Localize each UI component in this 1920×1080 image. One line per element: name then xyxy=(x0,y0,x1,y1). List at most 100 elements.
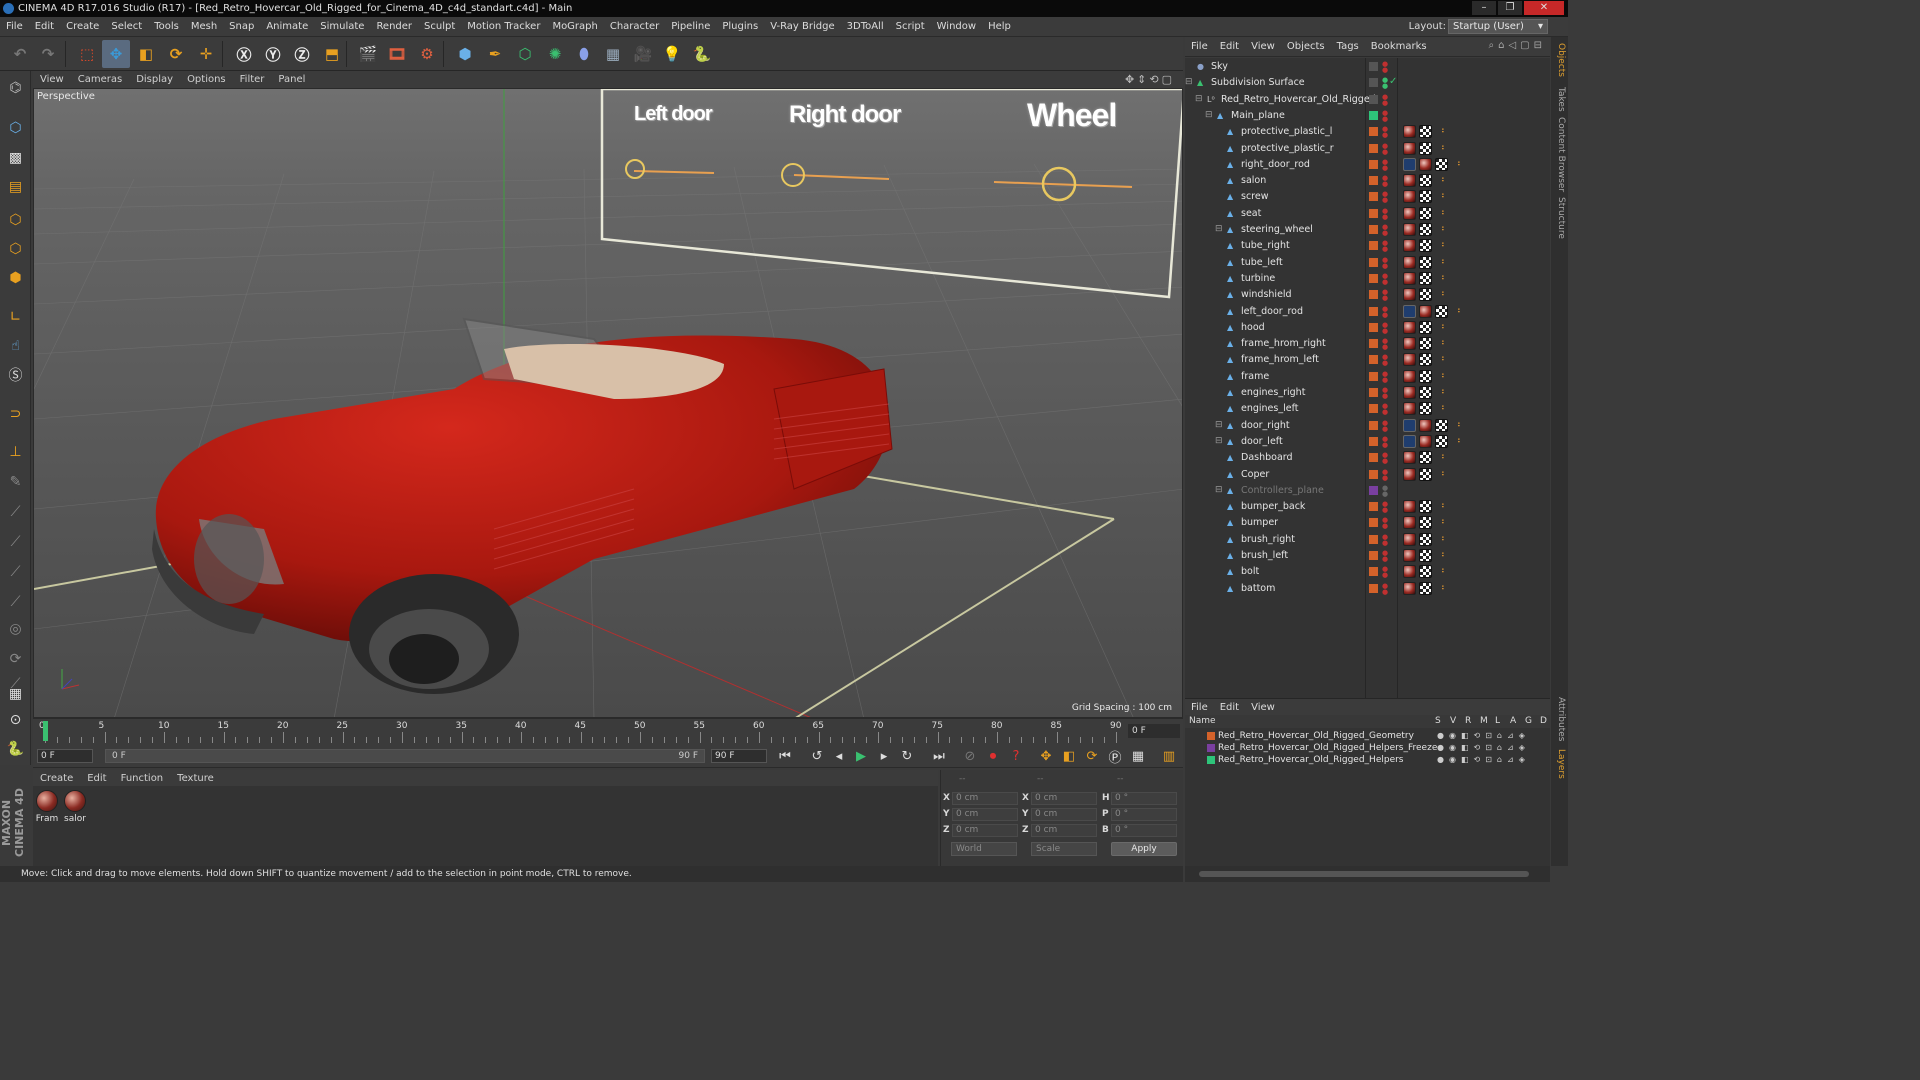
visibility-dots[interactable]: ● ● xyxy=(1382,61,1388,74)
layer-color-swatch[interactable] xyxy=(1369,110,1378,120)
apply-button[interactable]: Apply xyxy=(1111,842,1177,856)
visibility-dots[interactable]: ● ● xyxy=(1382,126,1388,139)
visibility-dots[interactable]: ● ● xyxy=(1382,533,1388,546)
enabled-check-icon[interactable]: ✓ xyxy=(1389,76,1397,87)
layer-color-swatch[interactable] xyxy=(1369,322,1378,332)
object-row-screw[interactable]: ▲ screw ● ● ⠰ xyxy=(1185,189,1550,205)
soft-selection-icon[interactable]: ⊙ xyxy=(3,707,28,732)
layer-color-swatch[interactable] xyxy=(1369,485,1378,495)
edges-mode-icon[interactable]: ⬡ xyxy=(3,236,28,261)
visibility-dots[interactable]: ● ● xyxy=(1382,191,1388,204)
object-row-sky[interactable]: ● Sky ● ● xyxy=(1185,59,1550,75)
selection-tag-icon[interactable]: ⠰ xyxy=(1435,142,1448,155)
visibility-dots[interactable]: ● ● xyxy=(1382,175,1388,188)
loop-cut-icon[interactable]: ⟋ xyxy=(3,529,28,554)
texture-tag-icon[interactable] xyxy=(1419,174,1432,188)
om-menu-view[interactable]: View xyxy=(1245,41,1281,52)
light-icon[interactable]: 💡 xyxy=(658,40,686,68)
menu-plugins[interactable]: Plugins xyxy=(716,17,764,37)
uvw-tag-icon[interactable] xyxy=(1403,434,1416,448)
material-tag-icon[interactable] xyxy=(1403,565,1416,579)
selection-tag-icon[interactable]: ⠰ xyxy=(1435,468,1448,481)
object-row-brush-left[interactable]: ▲ brush_left ● ● ⠰ xyxy=(1185,548,1550,564)
layer-color-swatch[interactable] xyxy=(1369,469,1378,479)
object-row-battom[interactable]: ▲ battom ● ● ⠰ xyxy=(1185,581,1550,597)
material-tag-icon[interactable] xyxy=(1403,500,1416,514)
layer-row-red-retro-hovercar-old-rigged-geometry[interactable]: Red_Retro_Hovercar_Old_Rigged_Geometry ●◉… xyxy=(1185,730,1550,742)
selection-tag-icon[interactable]: ⠰ xyxy=(1435,386,1448,399)
expand-toggle-icon[interactable]: ⊟ xyxy=(1185,77,1193,87)
right-tab-content-browser[interactable]: Content Browser xyxy=(1553,117,1566,192)
visibility-dots[interactable]: ● ● xyxy=(1382,305,1388,318)
next-key-icon[interactable]: ↻ xyxy=(897,746,917,766)
layer-row-red-retro-hovercar-old-rigged-helpers[interactable]: Red_Retro_Hovercar_Old_Rigged_Helpers ●◉◧… xyxy=(1185,754,1550,766)
deformer-icon[interactable]: ⬮ xyxy=(570,40,598,68)
snap-icon[interactable]: Ⓢ xyxy=(3,362,28,387)
menu-create[interactable]: Create xyxy=(60,17,105,37)
uvw-tag-icon[interactable] xyxy=(1403,157,1416,171)
layer-flag-icons[interactable]: ●◉◧⟲⊡⌂⊿◈ xyxy=(1437,754,1530,766)
selection-tag-icon[interactable]: ⠰ xyxy=(1435,256,1448,269)
texture-tag-icon[interactable] xyxy=(1435,304,1448,318)
coord-position-y-field[interactable]: 0 cm xyxy=(952,808,1018,821)
selection-tag-icon[interactable]: ⠰ xyxy=(1451,419,1464,432)
recent-tool-icon[interactable]: ✛ xyxy=(192,40,220,68)
expand-toggle-icon[interactable]: ⊟ xyxy=(1215,420,1223,430)
texture-tag-icon[interactable] xyxy=(1419,532,1432,546)
visibility-dots[interactable]: ● ● xyxy=(1382,77,1388,90)
object-row-left-door-rod[interactable]: ▲ left_door_rod ● ● ⠰ xyxy=(1185,304,1550,320)
next-frame-icon[interactable]: ▸ xyxy=(874,746,894,766)
material-tag-icon[interactable] xyxy=(1403,190,1416,204)
texture-tag-icon[interactable] xyxy=(1419,239,1432,253)
texture-tag-icon[interactable] xyxy=(1419,125,1432,139)
selection-tag-icon[interactable]: ⠰ xyxy=(1435,533,1448,546)
expand-toggle-icon[interactable]: ⊟ xyxy=(1215,485,1223,495)
coord-space-dropdown[interactable]: World xyxy=(951,842,1017,856)
uvw-tag-icon[interactable] xyxy=(1403,418,1416,432)
layer-color-swatch[interactable] xyxy=(1369,567,1378,577)
object-row-subdivision-surface[interactable]: ⊟ ▲ Subdivision Surface ● ● ✓ xyxy=(1185,75,1550,91)
menu-mograph[interactable]: MoGraph xyxy=(546,17,603,37)
menu-render[interactable]: Render xyxy=(370,17,418,37)
selection-tag-icon[interactable]: ⠰ xyxy=(1435,223,1448,236)
selection-tag-icon[interactable]: ⠰ xyxy=(1435,321,1448,334)
points-mode-icon[interactable]: ⬡ xyxy=(3,207,28,232)
render-view-icon[interactable]: 🎬 xyxy=(354,40,382,68)
layer-flag-icons[interactable]: ●◉◧⟲⊡⌂⊿◈ xyxy=(1437,742,1530,754)
maximize-button[interactable]: ❐ xyxy=(1498,1,1522,15)
material-tag-icon[interactable] xyxy=(1403,223,1416,236)
layer-color-swatch[interactable] xyxy=(1369,208,1378,218)
viewport-menu-options[interactable]: Options xyxy=(180,74,233,85)
layer-color-swatch[interactable] xyxy=(1369,436,1378,446)
bevel-icon[interactable]: ⟋ xyxy=(3,559,28,584)
menu-3dtoall[interactable]: 3DToAll xyxy=(841,17,890,37)
visibility-dots[interactable]: ● ● xyxy=(1382,240,1388,253)
visibility-dots[interactable]: ● ● xyxy=(1382,338,1388,351)
layout-select[interactable]: Startup (User) xyxy=(1448,19,1548,34)
layer-color-swatch[interactable] xyxy=(1369,420,1378,430)
texture-tag-icon[interactable] xyxy=(1419,206,1432,220)
material-menu-create[interactable]: Create xyxy=(33,773,80,784)
material-tag-icon[interactable] xyxy=(1403,516,1416,530)
texture-tag-icon[interactable] xyxy=(1419,386,1432,399)
coord-rotation-p-field[interactable]: 0 ° xyxy=(1111,808,1177,821)
viewport-nav-icons[interactable]: ✥⇕⟲▢ xyxy=(1125,73,1175,86)
selection-tag-icon[interactable]: ⠰ xyxy=(1435,402,1448,415)
texture-tag-icon[interactable] xyxy=(1419,255,1432,269)
visibility-dots[interactable]: ● ● xyxy=(1382,256,1388,269)
selection-tag-icon[interactable]: ⠰ xyxy=(1435,451,1448,464)
layer-color-swatch[interactable] xyxy=(1369,306,1378,316)
texture-tag-icon[interactable] xyxy=(1419,451,1432,465)
material-tag-icon[interactable] xyxy=(1403,369,1416,383)
material-tag-icon[interactable] xyxy=(1403,581,1416,595)
menu-help[interactable]: Help xyxy=(982,17,1017,37)
scale-icon[interactable]: ◧ xyxy=(132,40,160,68)
material-menu-texture[interactable]: Texture xyxy=(170,773,221,784)
key-pla-icon[interactable]: ▦ xyxy=(1128,746,1148,766)
polygons-mode-icon[interactable]: ⬢ xyxy=(3,265,28,290)
playhead[interactable] xyxy=(43,721,48,741)
object-row-door-left[interactable]: ⊟ ▲ door_left ● ● ⠰ xyxy=(1185,434,1550,450)
object-row-dashboard[interactable]: ▲ Dashboard ● ● ⠰ xyxy=(1185,450,1550,466)
visibility-dots[interactable]: ● ● xyxy=(1382,158,1388,171)
texture-tag-icon[interactable] xyxy=(1419,500,1432,514)
